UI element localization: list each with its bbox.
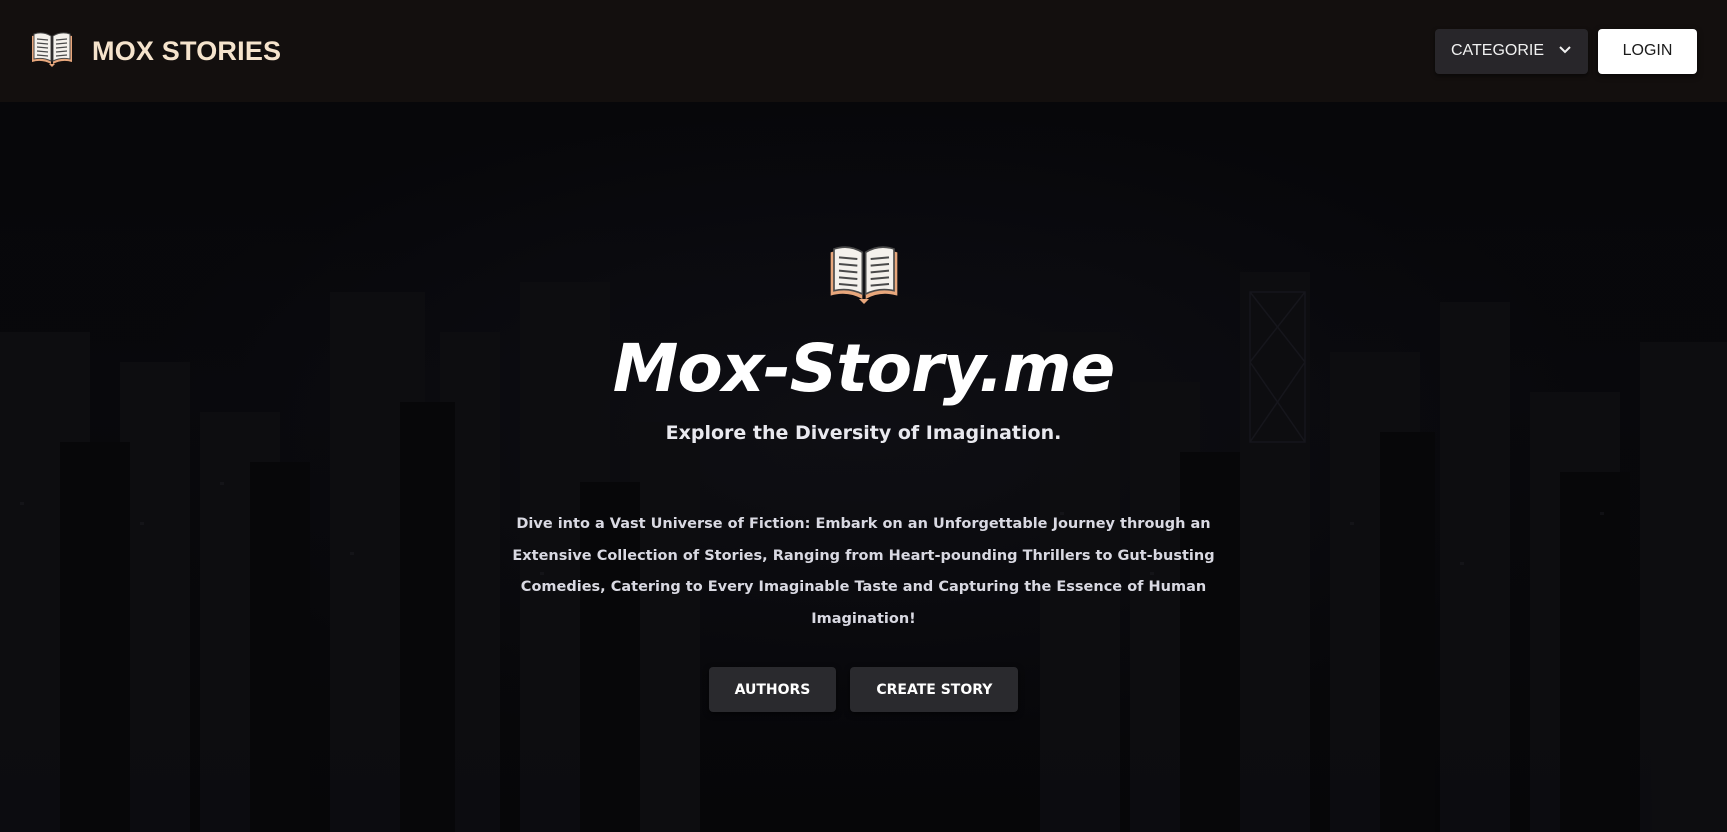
hero-description: Dive into a Vast Universe of Fiction: Em…	[512, 516, 1215, 627]
hero-content: Mox-Story.me Explore the Diversity of Im…	[0, 102, 1727, 832]
hero-title: Mox-Story.me	[612, 330, 1116, 407]
nav-actions: CATEGORIE LOGIN	[1435, 28, 1697, 74]
brand[interactable]: MOX STORIES	[30, 31, 281, 72]
open-book-icon	[30, 31, 74, 72]
hero-actions: AUTHORS CREATE STORY	[708, 667, 1019, 712]
page: MOX STORIES CATEGORIE LOGIN Mox-Story.me…	[0, 0, 1727, 832]
open-book-icon	[826, 244, 902, 309]
category-label: CATEGORIE	[1450, 42, 1545, 59]
create-story-button[interactable]: CREATE STORY	[850, 667, 1019, 712]
chevron-down-icon	[1558, 42, 1572, 60]
top-navbar: MOX STORIES CATEGORIE LOGIN	[0, 0, 1727, 102]
brand-title: MOX STORIES	[92, 35, 282, 66]
hero-subtitle: Explore the Diversity of Imagination.	[665, 422, 1062, 444]
category-dropdown-button[interactable]: CATEGORIE	[1435, 28, 1588, 74]
authors-button[interactable]: AUTHORS	[708, 667, 837, 712]
hero-section: Mox-Story.me Explore the Diversity of Im…	[0, 102, 1727, 832]
login-button[interactable]: LOGIN	[1598, 28, 1697, 74]
